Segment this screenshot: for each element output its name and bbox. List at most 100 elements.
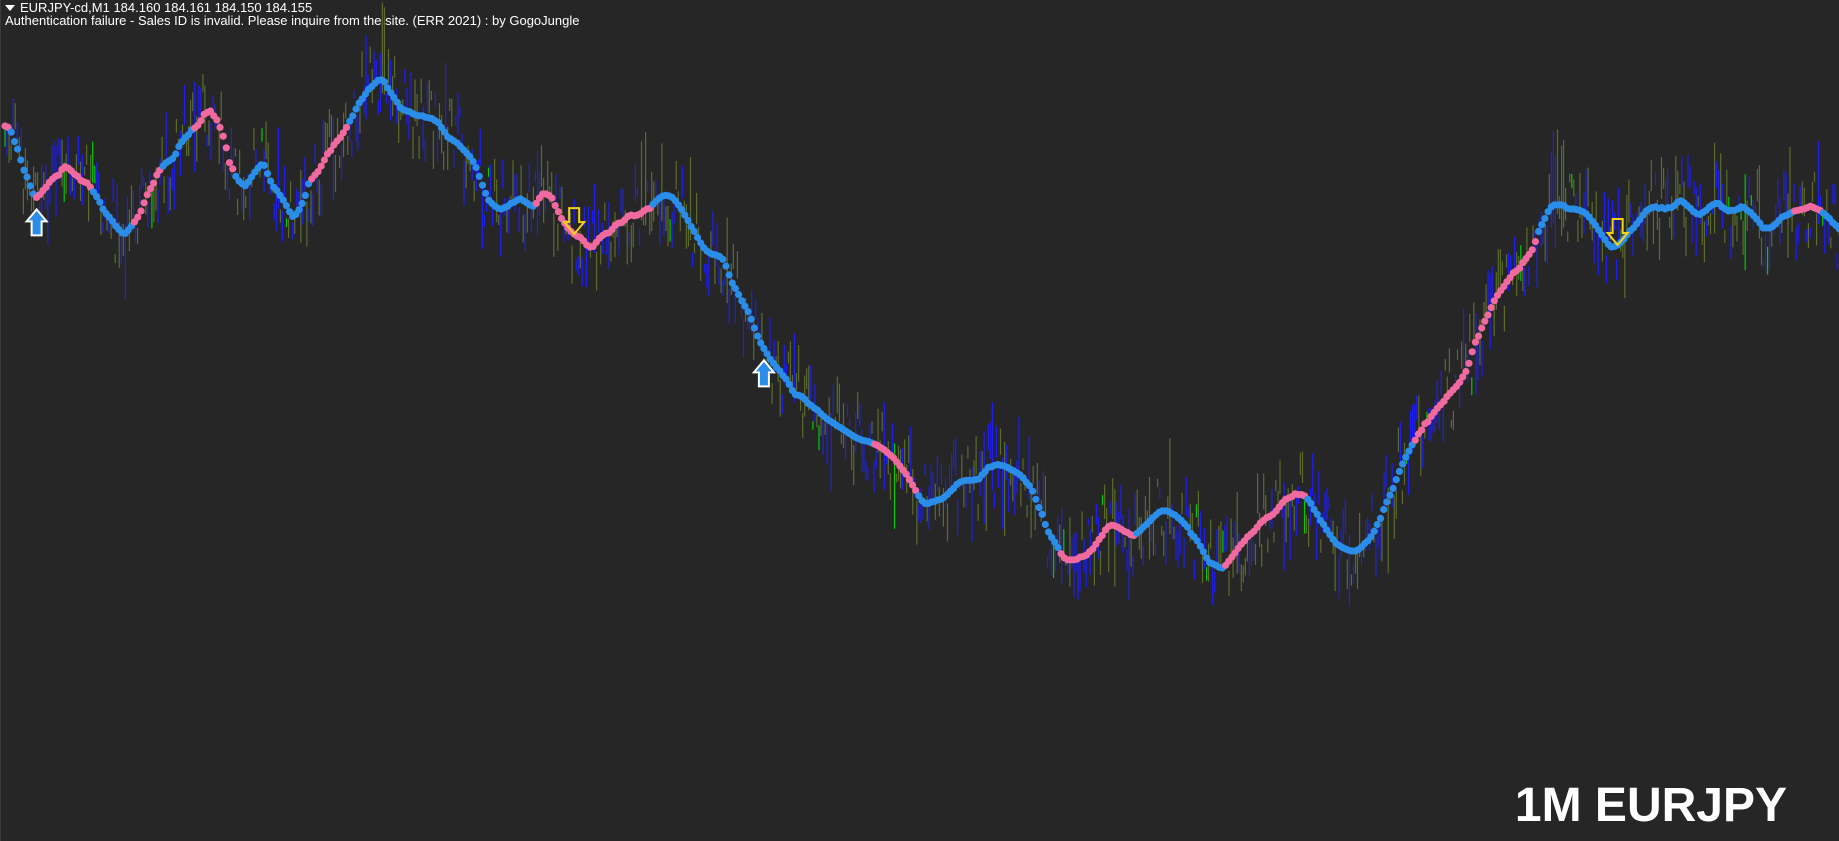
trend-dot-down [1528, 246, 1536, 254]
trend-dot-up [482, 189, 490, 197]
trend-dot-down [197, 117, 205, 125]
trend-dot-up [1405, 447, 1413, 455]
trend-dot-down [1465, 359, 1473, 367]
trend-dot-down [1484, 311, 1492, 319]
trend-dot-up [7, 128, 15, 136]
trend-dot-up [1199, 548, 1207, 556]
trend-dot-up [1370, 527, 1378, 535]
trend-dot-down [1411, 436, 1419, 444]
trend-dot-down [150, 179, 158, 187]
trend-dot-up [20, 166, 28, 174]
trend-dot-up [96, 198, 104, 206]
trend-dot-up [17, 156, 25, 164]
trend-dot-up [1389, 484, 1397, 492]
trend-dot-down [551, 202, 559, 210]
trend-dot-down [1474, 332, 1483, 340]
trend-dot-down [342, 123, 351, 131]
trend-dot-up [1029, 487, 1037, 495]
trend-dot-up [1399, 460, 1407, 468]
indicator-status-message: Authentication failure - Sales ID is inv… [5, 13, 580, 28]
trend-dot-up [744, 308, 752, 316]
trend-dot-up [26, 182, 34, 190]
trend-dot-up [295, 206, 303, 214]
trend-dot-up [1395, 467, 1404, 475]
trend-dot-down [1487, 304, 1495, 312]
chart-watermark: 1M EURJPY [1514, 779, 1787, 832]
trend-dot-down [548, 194, 556, 202]
trend-dot-up [1392, 476, 1400, 484]
trend-dot-down [554, 208, 563, 216]
trend-dot-up [785, 380, 793, 388]
trend-dot-up [1538, 221, 1546, 229]
trend-dot-up [475, 172, 483, 180]
trend-dot-up [14, 145, 22, 153]
trend-dot-down [137, 207, 145, 215]
trend-dot-up [380, 78, 388, 86]
trend-dot-up [10, 138, 19, 146]
trend-dot-up [747, 315, 755, 323]
trend-dot-up [349, 112, 357, 120]
trend-dot-up [1035, 503, 1043, 512]
trend-dot-up [172, 150, 180, 158]
trend-dot-up [719, 255, 727, 263]
trend-dot-up [1535, 227, 1543, 235]
trend-dot-down [1478, 324, 1486, 332]
trend-dot-down [143, 191, 151, 199]
trend-dot-up [301, 191, 309, 199]
trend-dot-up [1313, 510, 1321, 518]
price-chart[interactable] [1, 0, 1839, 841]
trend-dot-down [229, 165, 237, 173]
trend-dot-up [1054, 544, 1062, 552]
trend-dot-up [1380, 505, 1388, 514]
trend-dot-up [1383, 498, 1391, 506]
trend-dot-up [267, 177, 275, 185]
trend-dot-up [1376, 514, 1385, 523]
trend-dot-down [1418, 426, 1426, 434]
trend-dot-up [472, 163, 480, 172]
trend-dot-up [690, 227, 698, 235]
trend-dot-up [1184, 523, 1192, 531]
trend-dot-up [1541, 214, 1549, 223]
chart-window[interactable]: EURJPY-cd,M1 184.160 184.161 184.150 184… [0, 0, 1839, 841]
signal-arrows [24, 207, 1630, 388]
trend-dot-down [216, 123, 224, 131]
trend-dot-down [1481, 317, 1489, 325]
trend-dot-up [1386, 491, 1394, 499]
trend-dot-up [1041, 520, 1049, 529]
trend-dot-up [1373, 520, 1381, 529]
trend-dot-down [134, 213, 142, 221]
trend-dot-up [722, 262, 730, 270]
trend-dot-down [219, 132, 227, 140]
trend-dot-up [684, 216, 692, 225]
trend-dot-up [23, 173, 31, 181]
trend-dot-down [225, 159, 234, 167]
trend-dot-up [298, 199, 306, 208]
trend-dot-up [750, 324, 759, 332]
trend-dot-down [317, 162, 325, 170]
trend-dot-up [735, 291, 743, 299]
trend-dot-up [469, 157, 477, 165]
trend-dot-down [1468, 348, 1476, 356]
trend-dot-up [282, 202, 290, 210]
trend-dot-up [260, 161, 268, 169]
trend-dot-down [222, 144, 230, 152]
trend-dot-up [1038, 510, 1046, 518]
trend-dot-up [725, 271, 733, 279]
collapse-triangle-icon[interactable] [5, 4, 15, 11]
trend-dot-down [140, 199, 148, 207]
buy-arrow-up-icon [24, 207, 49, 237]
trend-dot-up [1402, 453, 1410, 461]
trend-dot-up [754, 332, 762, 340]
trend-dot-up [478, 181, 487, 189]
trend-dot-down [1471, 338, 1479, 346]
trend-dot-down [1531, 238, 1539, 246]
trend-dot-up [263, 170, 272, 178]
trend-dot-up [1307, 499, 1315, 507]
price-bars [4, 2, 1839, 607]
trend-dot-up [352, 105, 360, 113]
trend-dot-up [731, 284, 740, 293]
trend-dot-up [1032, 495, 1040, 503]
trend-dot-down [1462, 367, 1470, 376]
trend-dot-down [320, 156, 328, 164]
trend-dot-down [213, 116, 221, 124]
